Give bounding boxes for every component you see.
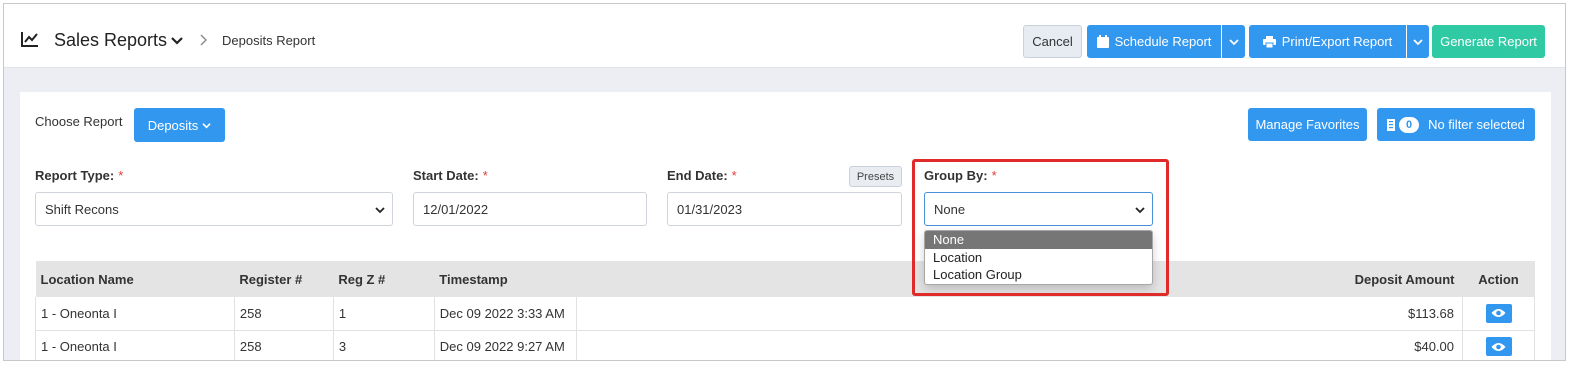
cell-deposit-amount: $113.68 <box>576 297 1464 331</box>
chevron-down-icon <box>375 207 385 214</box>
chart-line-icon <box>21 32 38 47</box>
schedule-report-label: Schedule Report <box>1114 34 1212 49</box>
cancel-button[interactable]: Cancel <box>1023 25 1082 58</box>
manage-favorites-button[interactable]: Manage Favorites <box>1248 108 1367 141</box>
report-type-label: Report Type: * <box>35 168 124 183</box>
report-type-value: Shift Recons <box>45 201 119 217</box>
calendar-icon <box>1096 35 1109 48</box>
cell-location: 1 - Oneonta I <box>35 330 235 360</box>
report-type-select[interactable]: Shift Recons <box>35 192 393 226</box>
schedule-report-dropdown-button[interactable] <box>1222 25 1245 58</box>
column-header-action: Action <box>1462 261 1535 297</box>
chevron-down-icon <box>202 122 211 128</box>
table-row: 1 - Oneonta I 258 3 Dec 09 2022 9:27 AM … <box>35 330 1535 360</box>
end-date-label: End Date: * <box>667 168 737 183</box>
cell-timestamp: Dec 09 2022 9:27 AM <box>434 330 577 360</box>
column-header-timestamp[interactable]: Timestamp <box>434 261 577 297</box>
page-title: Sales Reports <box>54 30 168 50</box>
filter-count-badge: 0 <box>1399 116 1420 133</box>
choose-report-dropdown-button[interactable]: Deposits <box>134 108 225 142</box>
table-row: 1 - Oneonta I 258 1 Dec 09 2022 3:33 AM … <box>35 297 1535 331</box>
breadcrumb: Deposits Report <box>222 33 316 48</box>
end-date-input[interactable]: 01/31/2023 <box>667 192 902 226</box>
cell-regz: 3 <box>333 330 435 360</box>
column-header-regz[interactable]: Reg Z # <box>333 261 435 297</box>
start-date-input[interactable]: 12/01/2022 <box>413 192 647 226</box>
presets-button[interactable]: Presets <box>849 166 902 187</box>
list-icon <box>1387 118 1396 131</box>
choose-report-label: Choose Report <box>35 114 123 129</box>
filter-button[interactable]: 0 No filter selected <box>1377 108 1535 141</box>
chevron-down-icon <box>1228 38 1239 45</box>
cell-deposit-amount: $40.00 <box>576 330 1464 360</box>
cell-location: 1 - Oneonta I <box>35 297 235 331</box>
end-date-value: 01/31/2023 <box>677 201 743 217</box>
cell-action <box>1462 297 1535 331</box>
column-header-location[interactable]: Location Name <box>35 261 235 297</box>
highlight-box <box>912 159 1169 296</box>
generate-report-button[interactable]: Generate Report <box>1432 25 1545 58</box>
chevron-right-icon <box>200 34 207 46</box>
cell-regz: 1 <box>333 297 435 331</box>
start-date-value: 12/01/2022 <box>423 201 489 217</box>
cell-register: 258 <box>234 297 334 331</box>
deposits-table: Location Name Register # Reg Z # Timesta… <box>35 261 1535 360</box>
cell-action <box>1462 330 1535 360</box>
print-export-report-label: Print/Export Report <box>1281 34 1393 49</box>
printer-icon <box>1262 35 1276 48</box>
app-window: Sales Reports Deposits Report Cancel Sch… <box>3 3 1566 361</box>
view-button[interactable] <box>1485 303 1512 323</box>
chevron-down-icon[interactable] <box>170 34 184 48</box>
column-header-register[interactable]: Register # <box>234 261 334 297</box>
view-button[interactable] <box>1485 337 1512 356</box>
cell-timestamp: Dec 09 2022 3:33 AM <box>434 297 577 331</box>
table-header-row: Location Name Register # Reg Z # Timesta… <box>35 261 1535 297</box>
schedule-report-button[interactable]: Schedule Report <box>1087 25 1221 58</box>
chevron-down-icon <box>1413 38 1423 45</box>
print-export-dropdown-button[interactable] <box>1407 25 1429 58</box>
start-date-label: Start Date: * <box>413 168 488 183</box>
eye-icon <box>1491 342 1506 351</box>
filter-label: No filter selected <box>1428 117 1525 132</box>
choose-report-value: Deposits <box>147 117 199 133</box>
print-export-report-button[interactable]: Print/Export Report <box>1249 25 1406 58</box>
eye-icon <box>1491 309 1506 318</box>
cell-register: 258 <box>234 330 334 360</box>
